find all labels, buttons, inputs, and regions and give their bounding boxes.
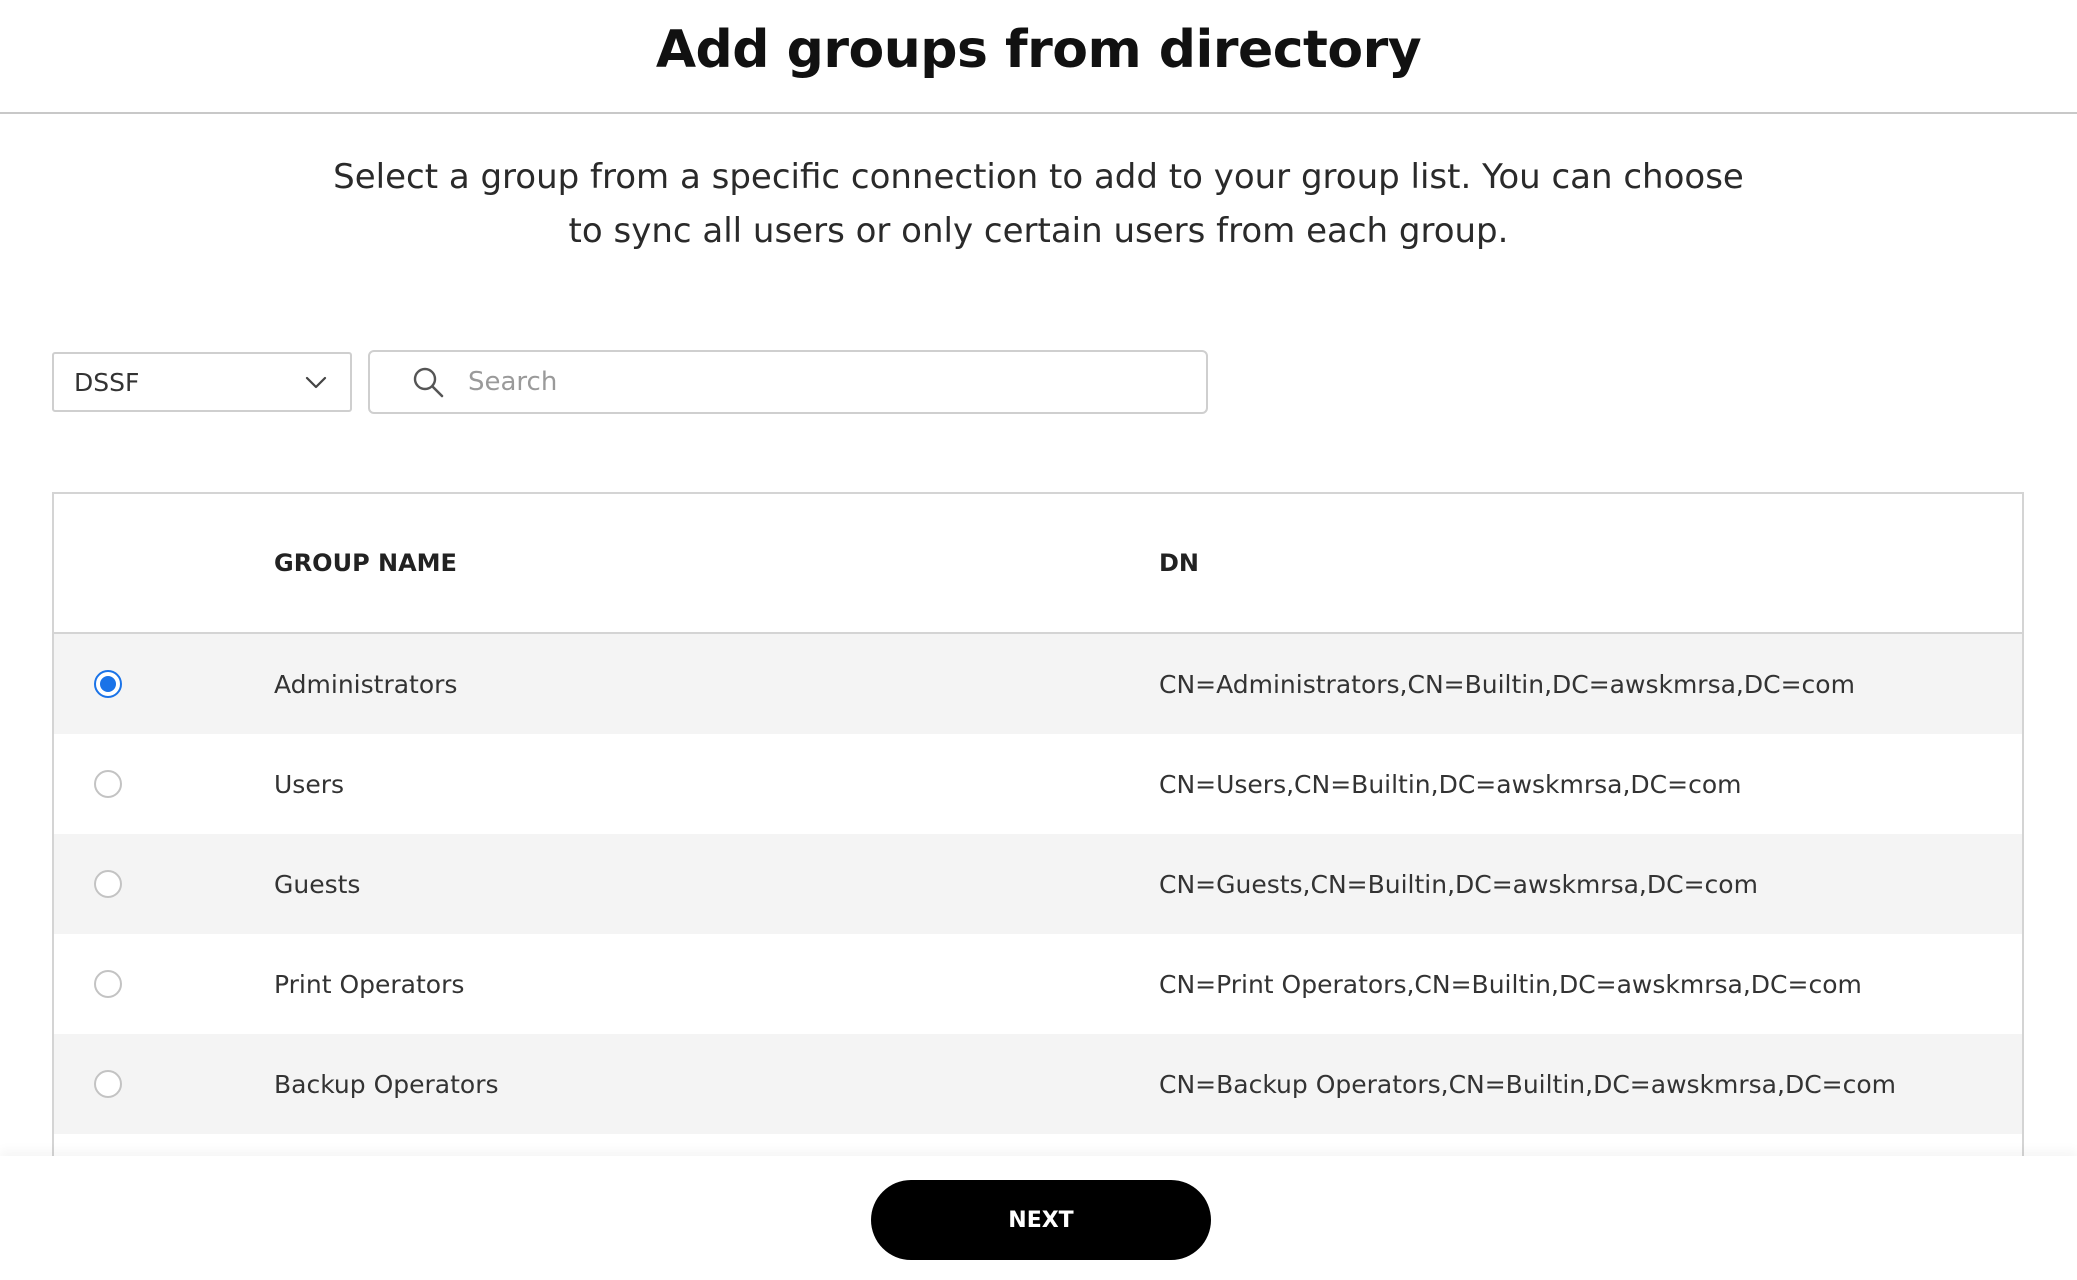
next-button[interactable]: NEXT bbox=[871, 1180, 1211, 1260]
group-name-cell: Backup Operators bbox=[274, 1069, 499, 1099]
description-line-1: Select a group from a specific connectio… bbox=[333, 157, 1744, 197]
column-header-group-name: GROUP NAME bbox=[274, 549, 457, 577]
dn-cell: CN=Print Operators,CN=Builtin,DC=awskmrs… bbox=[1159, 969, 1862, 999]
dn-cell: CN=Users,CN=Builtin,DC=awskmrsa,DC=com bbox=[1159, 769, 1742, 799]
row-radio-button[interactable] bbox=[94, 1070, 122, 1098]
connection-dropdown-value: DSSF bbox=[74, 367, 140, 397]
connection-dropdown[interactable]: DSSF bbox=[52, 352, 352, 412]
table-row[interactable]: Administrators CN=Administrators,CN=Built… bbox=[54, 634, 2022, 734]
page-header: Add groups from directory bbox=[0, 0, 2077, 114]
dn-cell: CN=Administrators,CN=Builtin,DC=awskmrsa… bbox=[1159, 669, 1855, 699]
row-radio-button[interactable] bbox=[94, 670, 122, 698]
column-header-dn: DN bbox=[1159, 549, 1200, 577]
dn-cell: CN=Backup Operators,CN=Builtin,DC=awskmr… bbox=[1159, 1069, 1896, 1099]
row-radio-button[interactable] bbox=[94, 770, 122, 798]
groups-table: GROUP NAME DN Administrators CN=Administr… bbox=[52, 492, 2024, 1156]
row-radio-button[interactable] bbox=[94, 970, 122, 998]
table-row[interactable]: Users CN=Users,CN=Builtin,DC=awskmrsa,DC=… bbox=[54, 734, 2022, 834]
table-row[interactable]: Backup Operators CN=Backup Operators,CN=B… bbox=[54, 1034, 2022, 1134]
search-input[interactable] bbox=[466, 366, 1184, 398]
table-header: GROUP NAME DN bbox=[54, 494, 2022, 634]
search-box[interactable] bbox=[368, 350, 1208, 414]
dn-cell: CN=Guests,CN=Builtin,DC=awskmrsa,DC=com bbox=[1159, 869, 1758, 899]
group-name-cell: Administrators bbox=[274, 669, 458, 699]
table-row[interactable]: Print Operators CN=Print Operators,CN=Bui… bbox=[54, 934, 2022, 1034]
description-line-2: to sync all users or only certain users … bbox=[568, 211, 1509, 251]
chevron-down-icon bbox=[302, 368, 330, 396]
row-radio-button[interactable] bbox=[94, 870, 122, 898]
table-body: Administrators CN=Administrators,CN=Built… bbox=[54, 634, 2022, 1134]
search-icon bbox=[410, 364, 446, 400]
group-name-cell: Print Operators bbox=[274, 969, 465, 999]
page-title: Add groups from directory bbox=[655, 20, 1422, 80]
footer-bar: NEXT bbox=[0, 1156, 2077, 1280]
group-name-cell: Guests bbox=[274, 869, 361, 899]
group-name-cell: Users bbox=[274, 769, 345, 799]
table-row[interactable]: Guests CN=Guests,CN=Builtin,DC=awskmrsa,D… bbox=[54, 834, 2022, 934]
page-description: Select a group from a specific connectio… bbox=[0, 150, 2077, 258]
